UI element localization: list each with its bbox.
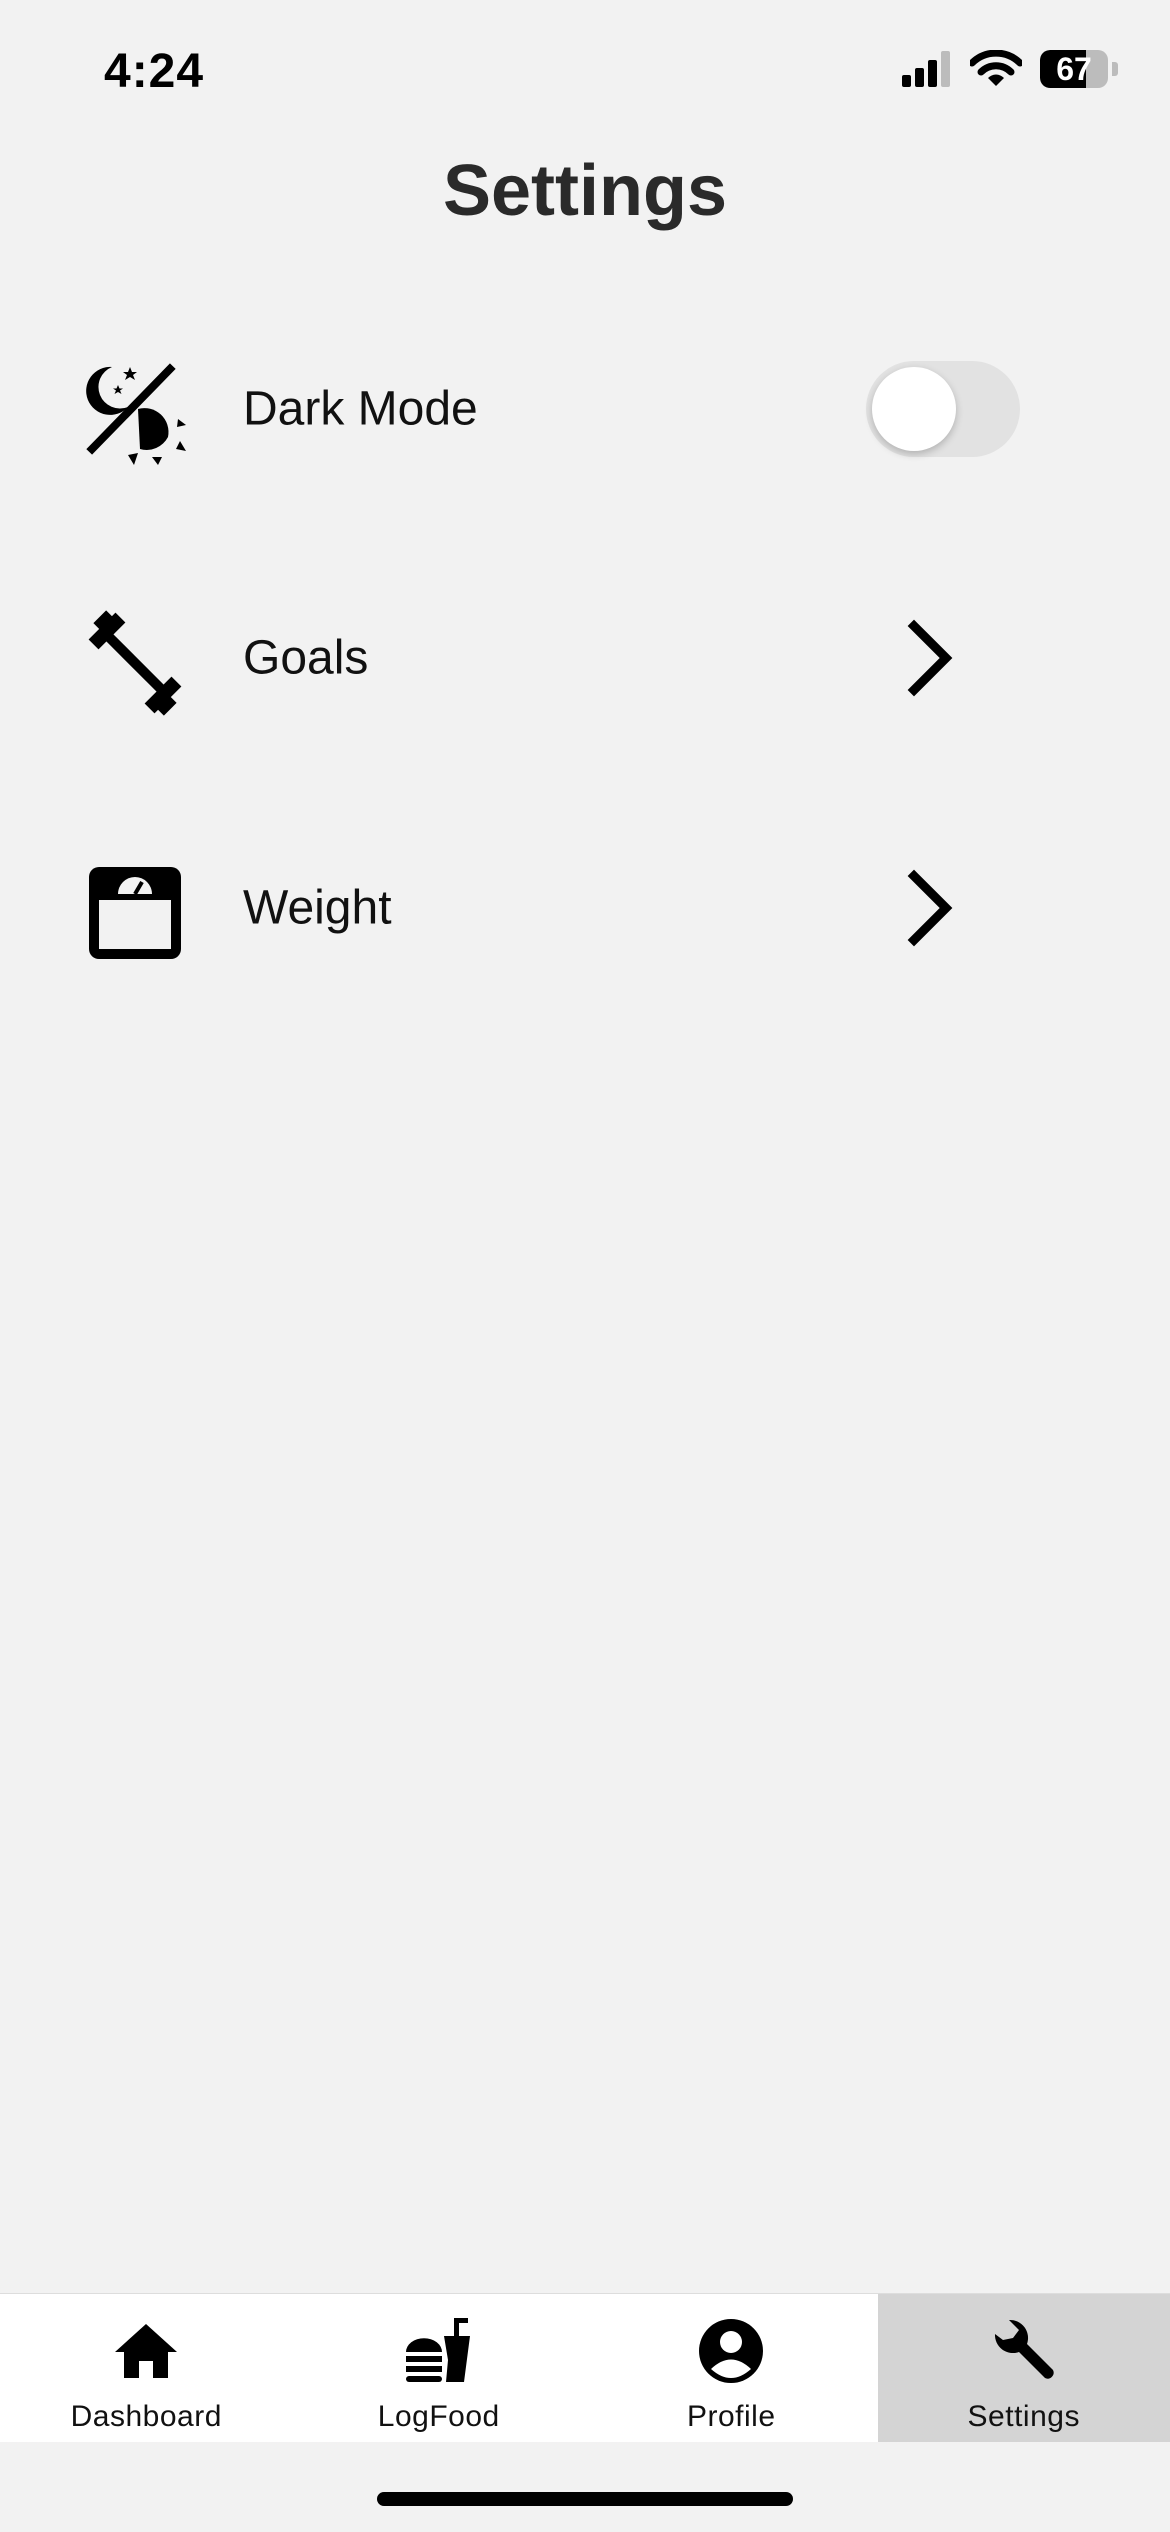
status-time: 4:24 bbox=[104, 45, 205, 98]
battery-percent: 67 bbox=[1056, 50, 1092, 87]
chevron-right-icon[interactable] bbox=[900, 868, 960, 948]
dark-mode-toggle[interactable] bbox=[866, 361, 1020, 457]
barbell-icon bbox=[88, 610, 182, 716]
status-bar: 4:24 67 bbox=[0, 0, 1170, 150]
cellular-signal-icon bbox=[902, 51, 950, 87]
battery-icon: 67 bbox=[1040, 50, 1108, 88]
tab-label: Settings bbox=[967, 2400, 1080, 2433]
settings-row-weight[interactable]: Weight bbox=[0, 833, 1170, 983]
dark-mode-label: Dark Mode bbox=[243, 382, 478, 436]
tab-logfood[interactable]: LogFood bbox=[293, 2294, 586, 2442]
tab-dashboard[interactable]: Dashboard bbox=[0, 2294, 293, 2442]
status-icons: 67 bbox=[902, 50, 1118, 88]
tab-settings[interactable]: Settings bbox=[877, 2294, 1170, 2442]
battery-cap bbox=[1112, 62, 1118, 76]
scale-icon bbox=[89, 867, 181, 959]
tab-profile[interactable]: Profile bbox=[585, 2294, 878, 2442]
tab-label: LogFood bbox=[377, 2400, 500, 2433]
wifi-icon bbox=[970, 50, 1022, 86]
wrench-icon bbox=[994, 2319, 1054, 2379]
page-title: Settings bbox=[442, 151, 728, 231]
dark-mode-icon bbox=[86, 363, 186, 465]
goals-label: Goals bbox=[243, 631, 369, 685]
toggle-knob bbox=[872, 367, 956, 451]
tab-label: Dashboard bbox=[70, 2400, 222, 2433]
home-icon bbox=[115, 2324, 178, 2378]
settings-row-dark-mode[interactable]: Dark Mode bbox=[0, 334, 1170, 484]
fast-food-icon bbox=[405, 2318, 470, 2382]
chevron-right-icon[interactable] bbox=[900, 618, 960, 698]
tab-bar: Dashboard LogFood Profile Settings bbox=[0, 2293, 1170, 2442]
settings-row-goals[interactable]: Goals bbox=[0, 583, 1170, 733]
tab-label: Profile bbox=[686, 2400, 776, 2433]
home-indicator[interactable] bbox=[377, 2492, 793, 2506]
weight-label: Weight bbox=[243, 881, 392, 935]
account-circle-icon bbox=[699, 2319, 764, 2383]
